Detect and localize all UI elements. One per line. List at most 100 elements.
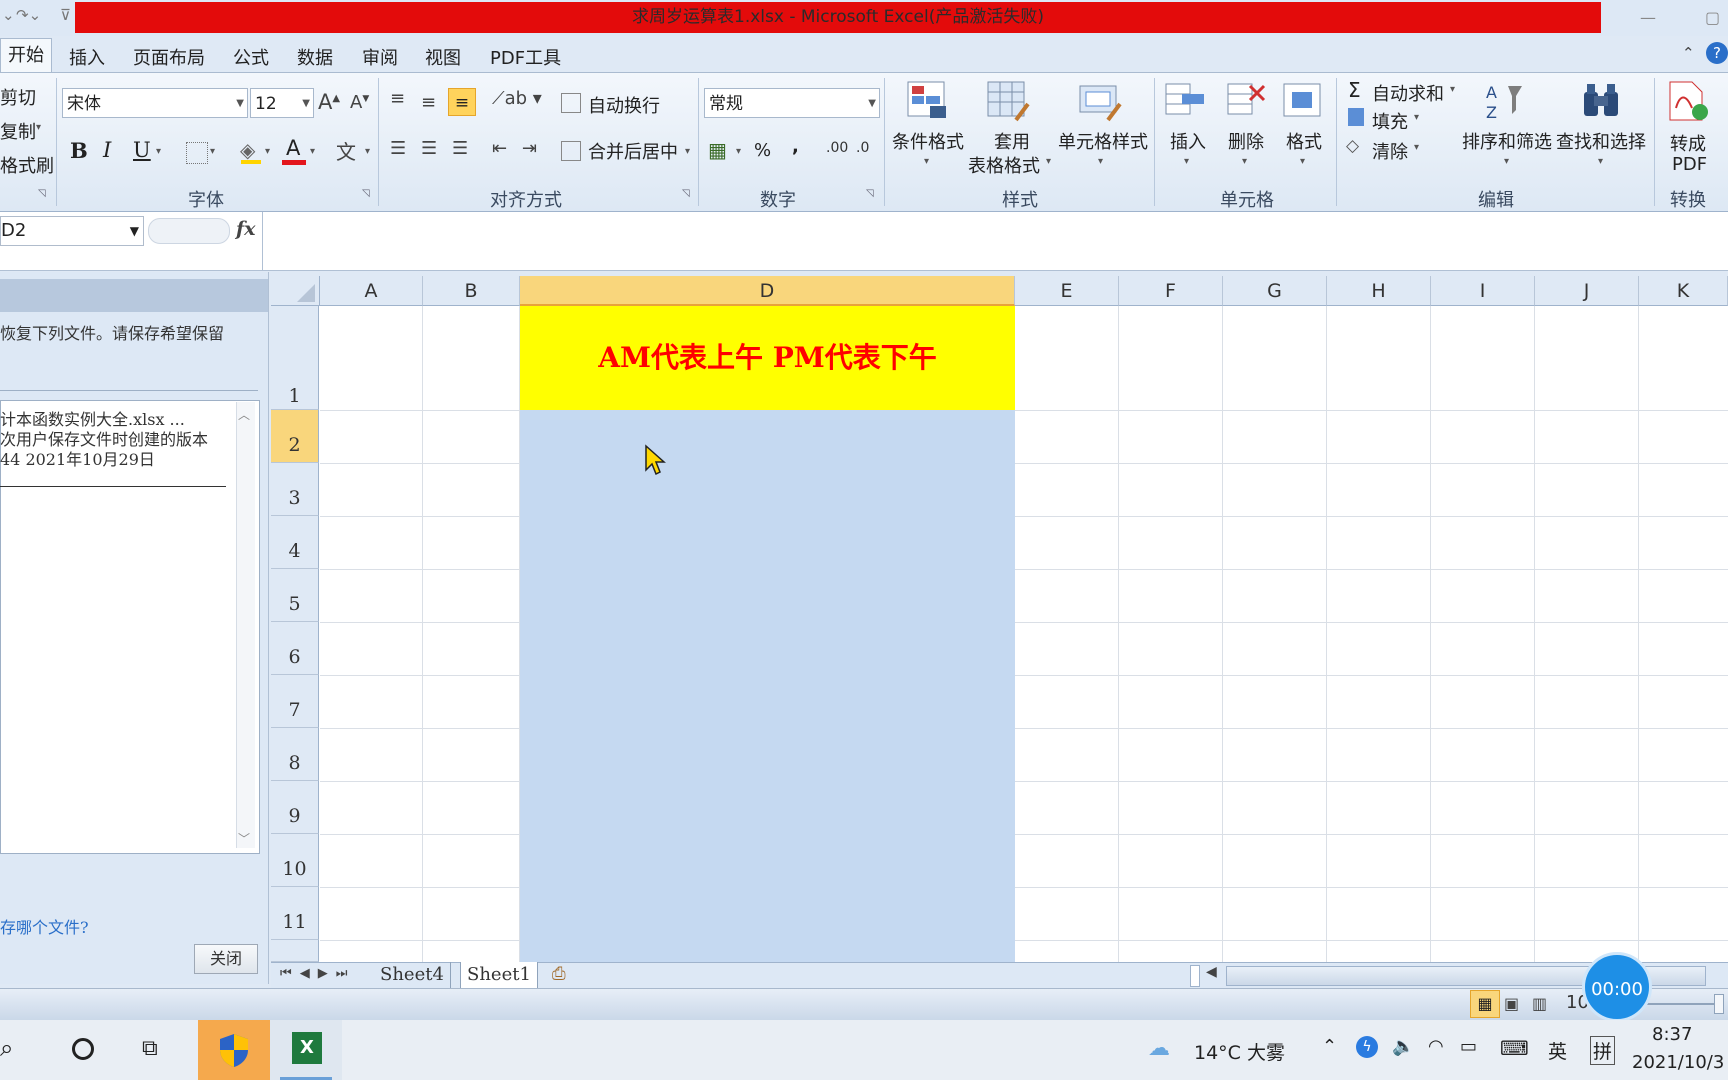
column-header-i[interactable]: I xyxy=(1431,276,1535,306)
tab-review[interactable]: 审阅 xyxy=(362,44,398,70)
cortana-icon[interactable] xyxy=(72,1038,94,1060)
row-header-5[interactable]: 5 xyxy=(271,569,319,622)
tab-pdf-tools[interactable]: PDF工具 xyxy=(490,44,561,70)
autosum-dropdown-icon[interactable]: ▾ xyxy=(1450,84,1455,95)
number-format-combo[interactable]: 常规 ▼ xyxy=(704,88,880,118)
column-header-f[interactable]: F xyxy=(1119,276,1223,306)
underline-button[interactable]: U xyxy=(133,138,151,162)
name-box[interactable]: D2 ▼ xyxy=(0,216,144,246)
normal-view-icon[interactable]: ▦ xyxy=(1470,990,1500,1018)
font-name-combo[interactable]: 宋体 ▼ xyxy=(62,88,248,118)
increase-decimal-icon[interactable]: .00 xyxy=(826,140,848,156)
column-header-d[interactable]: D xyxy=(520,276,1015,306)
convert-pdf-line1[interactable]: 转成 xyxy=(1670,130,1706,156)
sheet-tab-sheet4[interactable]: Sheet4 xyxy=(374,962,451,988)
wrap-text-button[interactable]: 自动换行 xyxy=(588,92,660,118)
comma-button[interactable]: , xyxy=(792,136,799,157)
format-painter-button[interactable]: 格式刷 xyxy=(0,152,54,178)
bold-button[interactable]: B xyxy=(70,138,88,163)
find-select-button[interactable]: 查找和选择 xyxy=(1556,128,1646,154)
autosum-button[interactable]: 自动求和 xyxy=(1372,80,1444,106)
font-size-combo[interactable]: 12 ▼ xyxy=(250,88,314,118)
cell-d1[interactable]: AM代表上午 PM代表下午 xyxy=(520,306,1015,410)
format-as-table-line1[interactable]: 套用 xyxy=(994,128,1030,154)
search-icon[interactable]: ⌕ xyxy=(0,1034,13,1062)
decrease-indent-icon[interactable]: ⇤ xyxy=(492,138,507,159)
phonetic-dropdown-icon[interactable]: ▾ xyxy=(365,146,370,157)
clipboard-launcher-icon[interactable]: ◹ xyxy=(38,188,46,199)
excel-app-button[interactable]: X xyxy=(270,1020,342,1080)
row-header-9[interactable]: 9 xyxy=(271,781,319,834)
weather-text[interactable]: 14°C 大雾 xyxy=(1194,1038,1285,1065)
cell-d2-selection[interactable] xyxy=(520,410,1015,962)
row-header-7[interactable]: 7 xyxy=(271,675,319,728)
task-view-icon[interactable]: ⧉ xyxy=(142,1036,158,1061)
column-header-k[interactable]: K xyxy=(1639,276,1728,306)
currency-icon[interactable]: ▦ xyxy=(708,138,727,162)
zoom-slider-track[interactable] xyxy=(1640,1003,1718,1005)
align-top-icon[interactable]: ≡ xyxy=(390,88,405,109)
align-right-icon[interactable]: ☰ xyxy=(452,138,468,159)
insert-sheet-icon[interactable]: ⎙ xyxy=(552,964,566,984)
alignment-launcher-icon[interactable]: ◹ xyxy=(682,188,690,199)
sort-dropdown-icon[interactable]: ▾ xyxy=(1504,156,1509,167)
currency-dropdown-icon[interactable]: ▾ xyxy=(736,146,741,157)
tray-expand-icon[interactable]: ⌃ xyxy=(1322,1036,1337,1057)
column-header-h[interactable]: H xyxy=(1327,276,1431,306)
grow-font-icon[interactable]: A▲ xyxy=(318,90,340,114)
cell-styles-button[interactable]: 单元格样式 xyxy=(1058,128,1148,154)
fill-dropdown-icon[interactable]: ▾ xyxy=(265,146,270,157)
find-dropdown-icon[interactable]: ▾ xyxy=(1598,156,1603,167)
formula-expand-handle[interactable] xyxy=(148,218,230,244)
row-header-3[interactable]: 3 xyxy=(271,463,319,516)
column-header-a[interactable]: A xyxy=(320,276,423,306)
collapse-ribbon-icon[interactable]: ⌃ xyxy=(1682,44,1695,62)
sheet-tab-sheet1[interactable]: Sheet1 xyxy=(460,962,538,988)
format-cells-button[interactable]: 格式 xyxy=(1286,128,1322,154)
security-app-button[interactable] xyxy=(198,1020,270,1080)
copy-button[interactable]: 复制 xyxy=(0,118,36,144)
row-header-1[interactable]: 1 xyxy=(271,306,319,410)
row-header-12[interactable] xyxy=(271,940,319,962)
format-dropdown-icon[interactable]: ▾ xyxy=(1300,156,1305,167)
decrease-decimal-icon[interactable]: .0 xyxy=(856,140,869,156)
scroll-up-icon[interactable]: ︿ xyxy=(238,406,250,423)
shrink-font-icon[interactable]: A▼ xyxy=(350,92,369,113)
customize-toolbar-icon[interactable]: ⊽ xyxy=(60,6,71,24)
sheet-nav-arrows-icon[interactable]: ⏮◀▶⏭ xyxy=(280,966,355,981)
battery-icon[interactable]: ▭ xyxy=(1460,1036,1477,1057)
table-dropdown-icon[interactable]: ▾ xyxy=(1046,156,1051,167)
insert-dropdown-icon[interactable]: ▾ xyxy=(1184,156,1189,167)
column-header-g[interactable]: G xyxy=(1223,276,1327,306)
cell-styles-dropdown-icon[interactable]: ▾ xyxy=(1098,156,1103,167)
zoom-slider-thumb[interactable] xyxy=(1714,994,1724,1014)
merge-dropdown-icon[interactable]: ▾ xyxy=(685,146,690,157)
font-color-dropdown-icon[interactable]: ▾ xyxy=(310,146,315,157)
convert-pdf-button[interactable]: PDF xyxy=(1672,154,1707,175)
clock-time[interactable]: 8:37 xyxy=(1652,1024,1692,1045)
clear-button[interactable]: 清除 xyxy=(1372,138,1408,164)
font-launcher-icon[interactable]: ◹ xyxy=(362,188,370,199)
row-header-10[interactable]: 10 xyxy=(271,834,319,887)
undo-dropdown-icon[interactable]: ⌄ xyxy=(2,6,15,24)
underline-dropdown-icon[interactable]: ▾ xyxy=(156,146,161,157)
format-as-table-button[interactable]: 表格格式 xyxy=(968,152,1040,178)
wifi-icon[interactable]: ◠ xyxy=(1428,1036,1444,1057)
restore-button[interactable]: ▢ xyxy=(1705,8,1720,27)
ime-mode[interactable]: 拼 xyxy=(1590,1036,1616,1065)
ime-language[interactable]: 英 xyxy=(1548,1037,1567,1064)
help-icon[interactable]: ? xyxy=(1706,42,1728,64)
recording-timer[interactable]: 00:00 xyxy=(1582,952,1652,1022)
scroll-left-icon[interactable]: ◀ xyxy=(1206,964,1217,980)
delete-cells-button[interactable]: 删除 xyxy=(1228,128,1264,154)
network-speed-icon[interactable]: ϟ xyxy=(1356,1036,1378,1058)
column-header-j[interactable]: J xyxy=(1535,276,1639,306)
align-left-icon[interactable]: ☰ xyxy=(390,138,406,159)
increase-indent-icon[interactable]: ⇥ xyxy=(522,138,537,159)
scroll-down-icon[interactable]: ﹀ xyxy=(238,830,250,847)
row-header-4[interactable]: 4 xyxy=(271,516,319,569)
italic-button[interactable]: I xyxy=(103,138,111,162)
minimize-button[interactable]: — xyxy=(1640,8,1656,27)
border-dropdown-icon[interactable]: ▾ xyxy=(210,146,215,157)
fill-color-icon[interactable]: ◈ xyxy=(240,138,255,162)
